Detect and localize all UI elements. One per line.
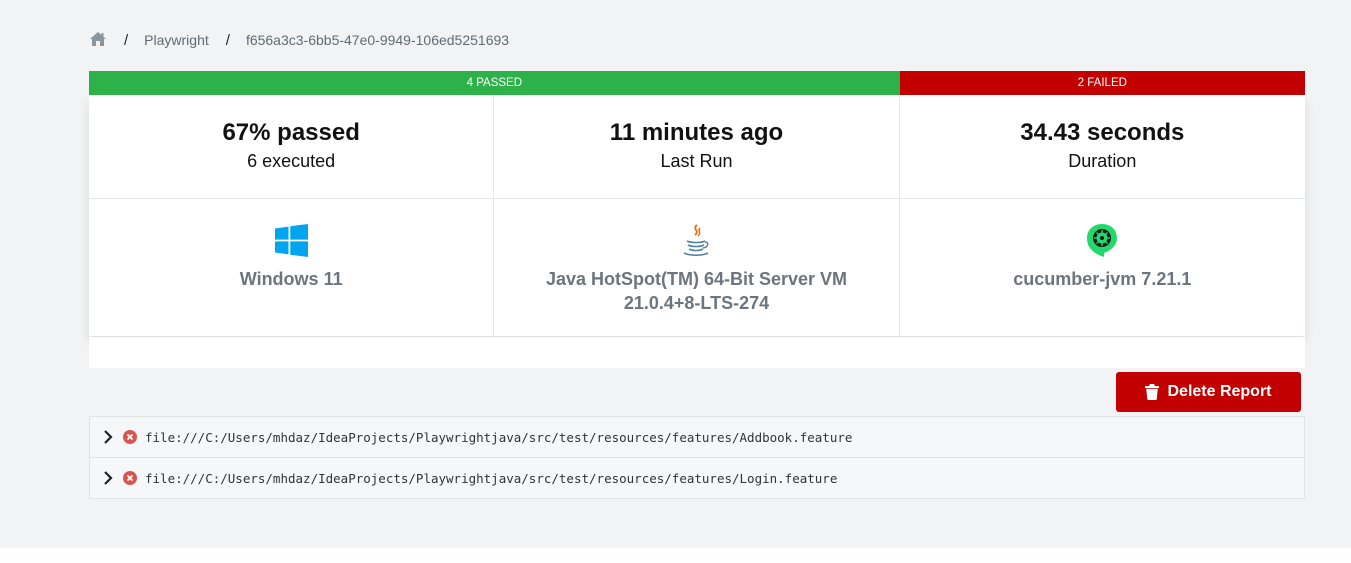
- breadcrumb-separator: /: [124, 31, 129, 49]
- stat-last-run: 11 minutes ago Last Run: [494, 95, 899, 199]
- failed-segment: 2 FAILED: [899, 71, 1305, 95]
- delete-report-label: Delete Report: [1167, 383, 1272, 400]
- trash-icon: [1145, 384, 1160, 400]
- report-summary: 4 PASSED 2 FAILED 67% passed 6 executed …: [89, 71, 1305, 336]
- error-icon: [123, 471, 137, 485]
- error-icon: [123, 430, 137, 444]
- status-bar: 4 PASSED 2 FAILED: [89, 71, 1305, 95]
- env-os: Windows 11: [89, 199, 493, 336]
- java-icon: [494, 223, 898, 257]
- os-label: Windows 11: [239, 269, 343, 289]
- summary-column-results: 67% passed 6 executed Windows 11: [89, 95, 495, 336]
- chevron-right-icon[interactable]: [103, 471, 115, 485]
- breadcrumb: / Playwright / f656a3c3-6bb5-47e0-9949-1…: [89, 30, 509, 50]
- feature-list: file:///C:/Users/mhdaz/IdeaProjects/Play…: [89, 416, 1305, 499]
- runner-label: cucumber-jvm 7.21.1: [1013, 269, 1192, 289]
- summary-footer: [89, 337, 1305, 368]
- cucumber-icon: [900, 223, 1305, 257]
- passed-segment: 4 PASSED: [89, 71, 900, 95]
- last-run-value: 11 minutes ago: [609, 119, 784, 146]
- jvm-label: Java HotSpot(TM) 64-Bit Server VM: [545, 269, 848, 289]
- feature-path: file:///C:/Users/mhdaz/IdeaProjects/Play…: [145, 470, 838, 486]
- env-runner: cucumber-jvm 7.21.1: [900, 199, 1305, 336]
- pass-rate-value: 67% passed: [222, 119, 360, 146]
- last-run-label: Last Run: [660, 151, 733, 171]
- home-icon[interactable]: [89, 31, 107, 49]
- feature-path: file:///C:/Users/mhdaz/IdeaProjects/Play…: [145, 429, 853, 445]
- duration-label: Duration: [1068, 151, 1137, 171]
- stat-duration: 34.43 seconds Duration: [899, 95, 1305, 199]
- windows-icon: [89, 223, 493, 257]
- stat-pass-rate: 67% passed 6 executed: [89, 95, 494, 199]
- duration-value: 34.43 seconds: [1020, 119, 1185, 146]
- summary-column-last-run: 11 minutes ago Last Run Java HotSpot(TM)…: [494, 95, 900, 336]
- breadcrumb-report-id: f656a3c3-6bb5-47e0-9949-106ed5251693: [245, 32, 510, 48]
- breadcrumb-separator: /: [225, 31, 230, 49]
- env-jvm: Java HotSpot(TM) 64-Bit Server VM 21.0.4…: [494, 199, 898, 336]
- chevron-right-icon[interactable]: [103, 430, 115, 444]
- delete-report-button[interactable]: Delete Report: [1116, 372, 1301, 412]
- executed-count: 6 executed: [247, 151, 336, 171]
- breadcrumb-project[interactable]: Playwright: [144, 32, 209, 48]
- jvm-version: 21.0.4+8-LTS-274: [623, 293, 770, 313]
- summary-column-duration: 34.43 seconds Duration cucumber-jvm 7.21…: [899, 95, 1305, 336]
- summary-grid: 67% passed 6 executed Windows 11 11 minu…: [89, 95, 1305, 336]
- feature-item[interactable]: file:///C:/Users/mhdaz/IdeaProjects/Play…: [89, 457, 1305, 499]
- feature-item[interactable]: file:///C:/Users/mhdaz/IdeaProjects/Play…: [89, 416, 1305, 458]
